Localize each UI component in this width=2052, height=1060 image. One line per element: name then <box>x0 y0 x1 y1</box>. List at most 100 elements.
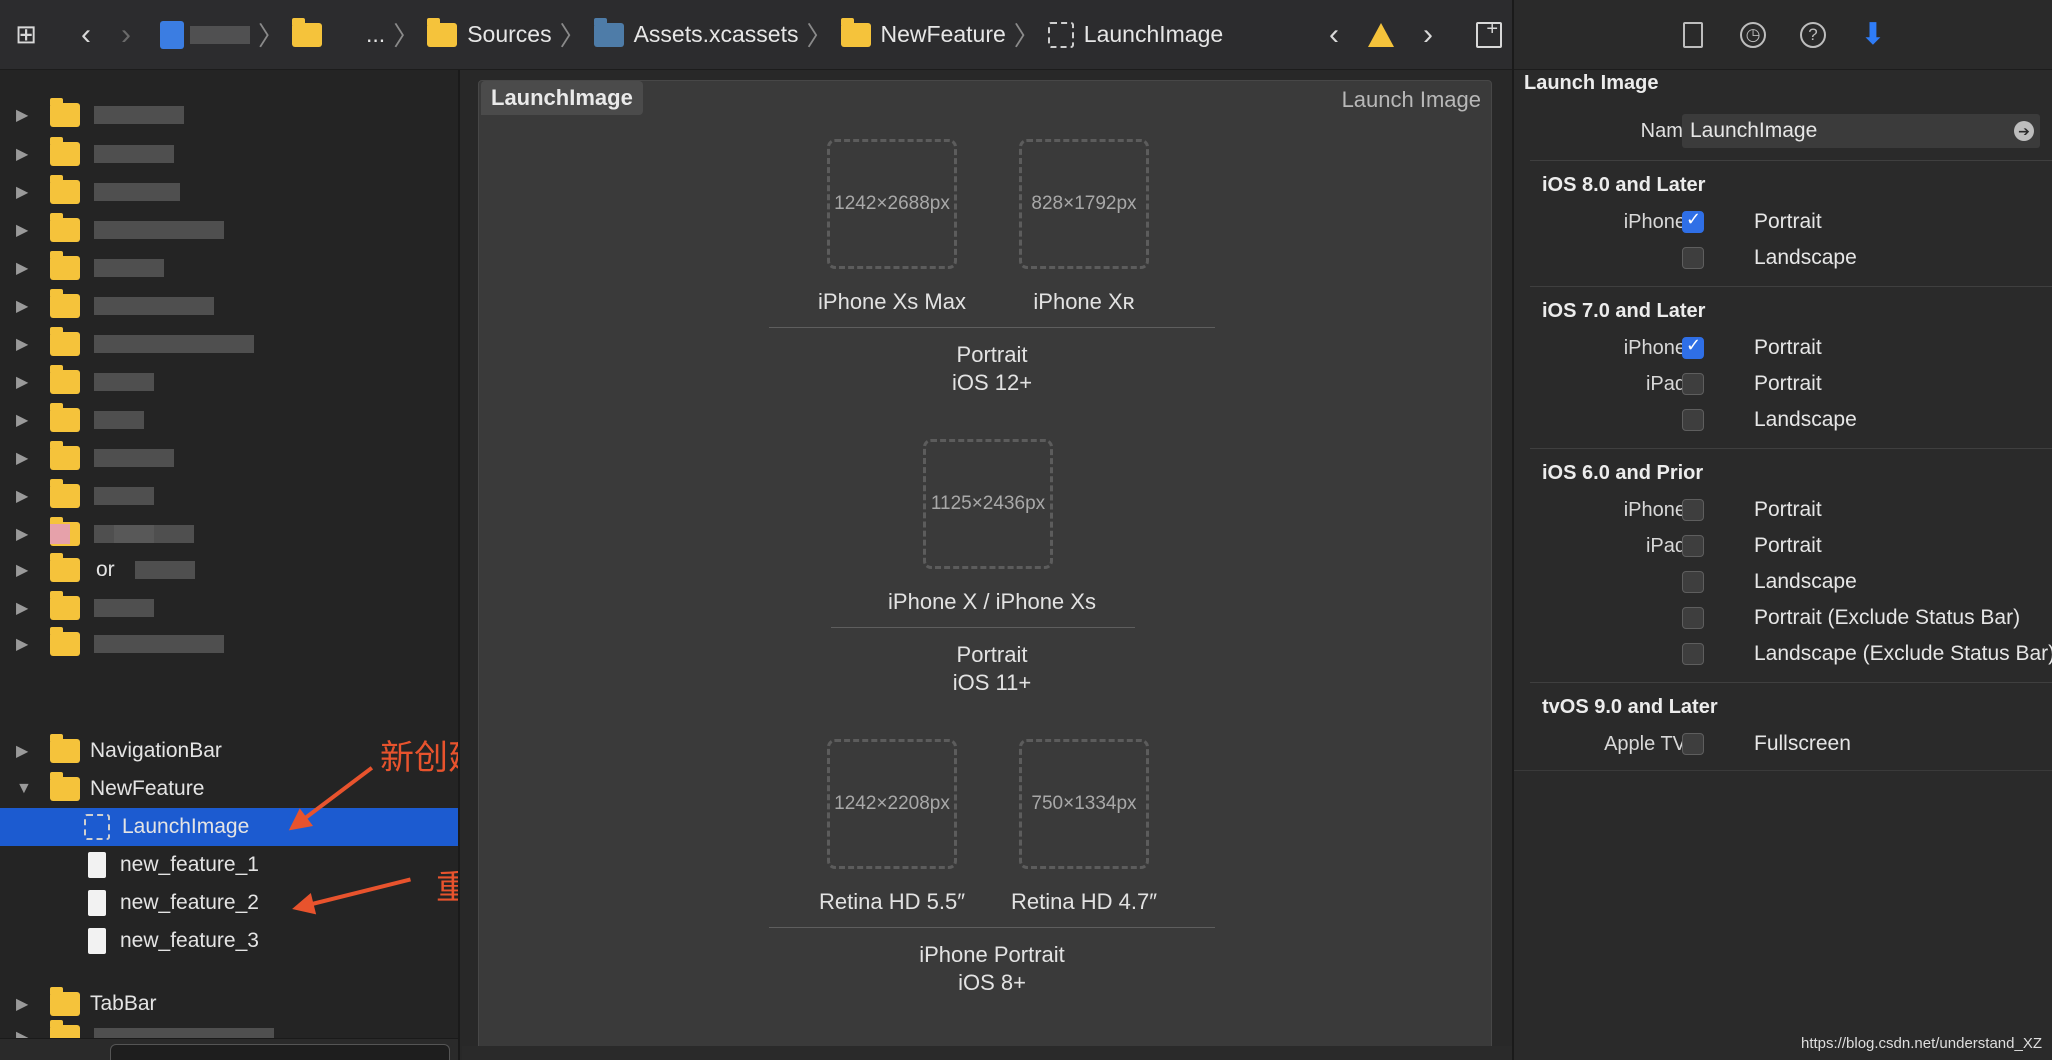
slot-label: Retina HD 5.5″ <box>819 889 965 914</box>
list-item[interactable]: ▶ <box>0 625 458 663</box>
next-issue-icon[interactable]: › <box>1408 15 1448 55</box>
disclosure-triangle-icon[interactable]: ▶ <box>16 410 36 430</box>
image-slot[interactable]: 1125×2436px <box>923 439 1053 569</box>
image-slot[interactable]: 828×1792px <box>1019 139 1149 269</box>
option-checkbox[interactable] <box>1682 643 1704 665</box>
previous-issue-icon[interactable]: ‹ <box>1314 15 1354 55</box>
option-label: Landscape <box>1754 570 1857 593</box>
filter-input[interactable] <box>110 1044 450 1060</box>
breadcrumb-item-sources[interactable]: Sources <box>467 21 551 48</box>
option-checkbox[interactable] <box>1682 209 1704 233</box>
inspector-tabs: ◷ ? ⬇ <box>1514 0 2052 70</box>
section-divider <box>1530 160 2052 161</box>
list-item[interactable]: ▶ <box>0 439 458 477</box>
option-label: Landscape <box>1754 408 1857 431</box>
list-item-new-feature-1[interactable]: new_feature_1 <box>0 846 458 884</box>
list-item[interactable]: ▶ <box>0 477 458 515</box>
list-item[interactable]: ▶ <box>0 135 458 173</box>
redacted-text <box>94 145 174 163</box>
list-item-new-feature-2[interactable]: new_feature_2 <box>0 884 458 922</box>
related-items-icon[interactable]: ⊞ <box>6 15 46 55</box>
image-slot[interactable]: 750×1334px <box>1019 739 1149 869</box>
attributes-inspector: ◷ ? ⬇ Launch Image Name LaunchImage ➔ iO… <box>1512 0 2052 1060</box>
option-checkbox[interactable] <box>1682 335 1704 359</box>
option-checkbox[interactable] <box>1682 571 1704 593</box>
breadcrumb-item-launchimage[interactable]: LaunchImage <box>1084 21 1223 48</box>
add-editor-icon[interactable] <box>1476 18 1502 48</box>
project-icon[interactable] <box>160 20 184 49</box>
disclosure-triangle-icon[interactable]: ▶ <box>16 486 36 506</box>
list-item[interactable]: ▶ <box>0 287 458 325</box>
history-inspector-tab[interactable]: ◷ <box>1738 20 1768 50</box>
option-checkbox[interactable] <box>1682 247 1704 269</box>
launch-image-set[interactable]: LaunchImage Launch Image 1242×2688px 828… <box>478 80 1492 1060</box>
disclosure-triangle-icon[interactable]: ▶ <box>16 182 36 202</box>
folder-icon <box>50 591 80 620</box>
folder-icon <box>50 98 80 127</box>
back-icon[interactable]: ‹ <box>66 15 106 55</box>
list-item[interactable] <box>0 515 458 553</box>
breadcrumb-item-ellipsis[interactable]: ... <box>366 21 385 48</box>
disclosure-triangle-icon[interactable]: ▶ <box>16 296 36 316</box>
list-item-launchimage[interactable]: LaunchImage <box>0 808 458 846</box>
list-item-tabbar[interactable]: ▶ TabBar <box>0 985 458 1023</box>
list-item[interactable]: ▶ <box>0 173 458 211</box>
disclosure-triangle-icon[interactable]: ▶ <box>16 994 36 1014</box>
breadcrumb-item-assets[interactable]: Assets.xcassets <box>634 21 799 48</box>
disclosure-triangle-icon[interactable]: ▶ <box>16 598 36 618</box>
help-inspector-tab[interactable]: ? <box>1798 20 1828 50</box>
list-item[interactable]: ▶ <box>0 96 458 134</box>
option-checkbox[interactable] <box>1682 499 1704 521</box>
list-item[interactable]: ▶ <box>0 401 458 439</box>
warning-icon[interactable] <box>1368 23 1394 47</box>
list-item-label: new_feature_1 <box>120 853 259 876</box>
color-set-icon <box>50 524 70 544</box>
image-set-type: Launch Image <box>1341 87 1481 112</box>
forward-icon[interactable]: › <box>106 15 146 55</box>
option-row: Landscape <box>1514 568 2052 598</box>
option-checkbox[interactable] <box>1682 535 1704 557</box>
disclosure-triangle-icon[interactable]: ▶ <box>16 634 36 654</box>
disclosure-triangle-icon[interactable]: ▶ <box>16 448 36 468</box>
disclosure-triangle-icon[interactable]: ▶ <box>16 741 36 761</box>
option-row: iPad Portrait <box>1514 370 2052 400</box>
attributes-inspector-tab[interactable]: ⬇ <box>1858 18 1888 51</box>
list-item[interactable]: ▶ <box>0 589 458 627</box>
folder-icon <box>50 137 80 166</box>
list-item[interactable]: ▶ or <box>0 551 458 589</box>
list-item-label: NewFeature <box>90 777 205 800</box>
folder-icon <box>840 17 871 47</box>
disclosure-triangle-icon[interactable]: ▶ <box>16 560 36 580</box>
list-item-label: new_feature_3 <box>120 929 259 952</box>
option-checkbox[interactable] <box>1682 373 1704 395</box>
list-item-new-feature-3[interactable]: new_feature_3 <box>0 922 458 960</box>
list-item[interactable]: ▶ <box>0 325 458 363</box>
slot-label: iPhone X / iPhone Xs <box>888 589 1096 614</box>
folder-icon <box>50 251 80 280</box>
breadcrumb-item-newfeature[interactable]: NewFeature <box>881 21 1006 48</box>
go-arrow-icon[interactable]: ➔ <box>2014 121 2034 141</box>
option-checkbox[interactable] <box>1682 409 1704 431</box>
option-row: iPhone Portrait <box>1514 334 2052 364</box>
disclosure-triangle-icon[interactable]: ▶ <box>16 144 36 164</box>
option-checkbox[interactable] <box>1682 733 1704 755</box>
disclosure-triangle-icon[interactable]: ▶ <box>16 372 36 392</box>
image-slot[interactable]: 1242×2208px <box>827 739 957 869</box>
disclosure-triangle-icon[interactable]: ▶ <box>16 105 36 125</box>
slot-size: 1242×2688px <box>834 193 950 214</box>
name-field[interactable]: LaunchImage ➔ <box>1682 114 2040 148</box>
file-inspector-tab[interactable] <box>1678 20 1708 50</box>
list-item[interactable]: ▶ <box>0 211 458 249</box>
disclosure-triangle-icon[interactable]: ▶ <box>16 334 36 354</box>
list-item[interactable]: ▶ <box>0 249 458 287</box>
clock-icon: ◷ <box>1740 21 1766 48</box>
disclosure-triangle-icon[interactable]: ▶ <box>16 220 36 240</box>
disclosure-triangle-icon[interactable]: ▶ <box>16 258 36 278</box>
list-item[interactable]: ▶ <box>0 363 458 401</box>
image-set-name[interactable]: LaunchImage <box>481 81 643 115</box>
option-checkbox[interactable] <box>1682 607 1704 629</box>
image-file-icon <box>88 890 106 916</box>
image-slot[interactable]: 1242×2688px <box>827 139 957 269</box>
image-file-icon <box>88 928 106 954</box>
disclosure-triangle-icon[interactable]: ▼ <box>16 780 36 798</box>
